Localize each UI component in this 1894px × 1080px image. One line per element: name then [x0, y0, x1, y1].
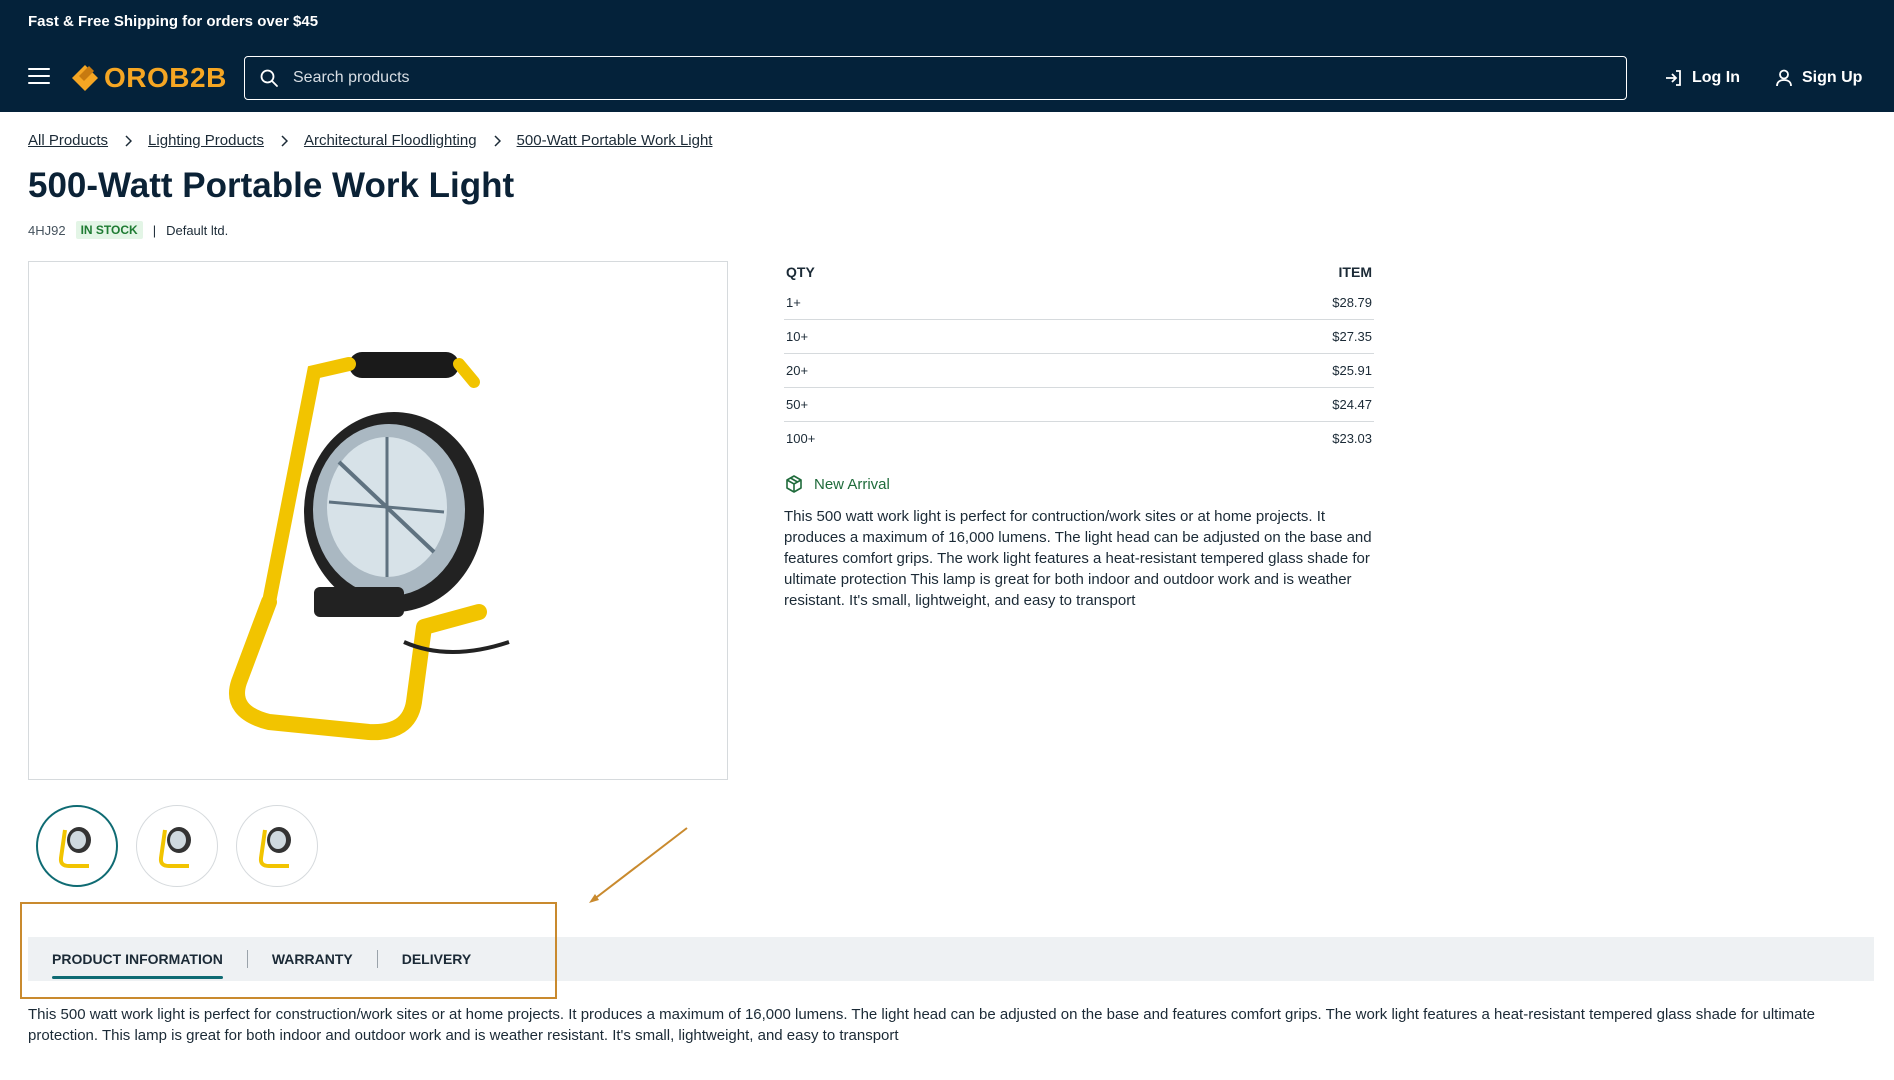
tab-warranty[interactable]: WARRANTY — [272, 937, 353, 981]
product-information-text: This 500 watt work light is perfect for … — [28, 1006, 1816, 1044]
price-value: $25.91 — [1332, 363, 1372, 378]
signup-button[interactable]: Sign Up — [1774, 68, 1862, 88]
search-input[interactable] — [293, 69, 1593, 87]
login-icon — [1666, 70, 1681, 86]
annotation-arrow-icon — [589, 827, 688, 903]
thumbnail-2[interactable] — [136, 805, 218, 887]
price-row: 10+ $27.35 — [784, 320, 1374, 354]
thumbnail-3[interactable] — [236, 805, 318, 887]
price-qty: 10+ — [786, 329, 809, 344]
search-icon — [260, 69, 278, 87]
chevron-right-icon — [125, 134, 133, 147]
qty-header: QTY — [786, 264, 815, 280]
product-main-image[interactable] — [28, 261, 728, 780]
price-value: $23.03 — [1332, 431, 1372, 446]
breadcrumb-all-products[interactable]: All Products — [28, 132, 108, 149]
short-description: This 500 watt work light is perfect for … — [784, 508, 1372, 609]
breadcrumb-lighting-products[interactable]: Lighting Products — [148, 132, 264, 149]
chevron-right-icon — [494, 134, 501, 147]
chevron-right-icon — [281, 134, 288, 147]
search-bar[interactable] — [244, 56, 1627, 100]
price-row: 50+ $24.47 — [784, 388, 1374, 422]
tab-delivery[interactable]: DELIVERY — [402, 937, 472, 981]
price-value: $28.79 — [1332, 295, 1372, 310]
work-light-thumb-icon — [58, 827, 91, 868]
stock-badge: IN STOCK — [75, 221, 143, 239]
breadcrumb: All Products Lighting Products Architect… — [28, 132, 712, 149]
price-row: 100+ $23.03 — [784, 422, 1374, 455]
site-header: Fast & Free Shipping for orders over $45… — [0, 0, 1894, 112]
price-table: QTY ITEM 1+ $28.79 10+ $27.35 20+ $25.91 50… — [784, 262, 1374, 455]
logo-mark-icon — [72, 65, 98, 91]
price-qty: 1+ — [786, 295, 801, 310]
promo-banner: Fast & Free Shipping for orders over $45 — [28, 13, 319, 30]
thumbnail-1[interactable] — [36, 805, 118, 887]
price-row: 20+ $25.91 — [784, 354, 1374, 388]
price-table-header: QTY ITEM — [784, 262, 1374, 286]
box-icon — [786, 475, 802, 493]
price-value: $24.47 — [1332, 397, 1372, 412]
thumbnail-list — [36, 805, 336, 887]
work-light-image — [229, 352, 510, 741]
tab-product-information[interactable]: PRODUCT INFORMATION — [52, 937, 223, 981]
work-light-thumb-icon — [258, 827, 291, 868]
price-row: 1+ $28.79 — [784, 286, 1374, 320]
price-qty: 100+ — [786, 431, 816, 446]
meta-divider: | — [152, 222, 157, 238]
product-tabs: PRODUCT INFORMATION WARRANTY DELIVERY — [28, 937, 1874, 981]
product-owner: Default ltd. — [166, 222, 229, 238]
logo[interactable]: OROB2B — [70, 62, 227, 94]
new-arrival-label: New Arrival — [784, 474, 890, 494]
price-value: $27.35 — [1332, 329, 1372, 344]
signup-label: Sign Up — [1802, 69, 1863, 86]
user-icon — [1776, 69, 1792, 87]
new-arrival-text: New Arrival — [814, 475, 890, 493]
product-meta: 4HJ92 IN STOCK | Default ltd. — [28, 221, 228, 239]
price-qty: 50+ — [786, 397, 809, 412]
login-label: Log In — [1692, 69, 1740, 86]
menu-icon[interactable] — [28, 68, 50, 84]
logo-text: OROB2B — [104, 62, 227, 93]
breadcrumb-current-product[interactable]: 500-Watt Portable Work Light — [517, 132, 713, 149]
breadcrumb-architectural-floodlighting[interactable]: Architectural Floodlighting — [304, 132, 477, 149]
product-sku: 4HJ92 — [28, 222, 66, 238]
page-title: 500-Watt Portable Work Light — [28, 166, 515, 205]
price-qty: 20+ — [786, 363, 809, 378]
login-button[interactable]: Log In — [1664, 68, 1740, 88]
tab-divider — [246, 950, 248, 968]
item-header: ITEM — [1338, 264, 1372, 280]
work-light-thumb-icon — [158, 827, 191, 868]
tab-divider — [376, 950, 378, 968]
